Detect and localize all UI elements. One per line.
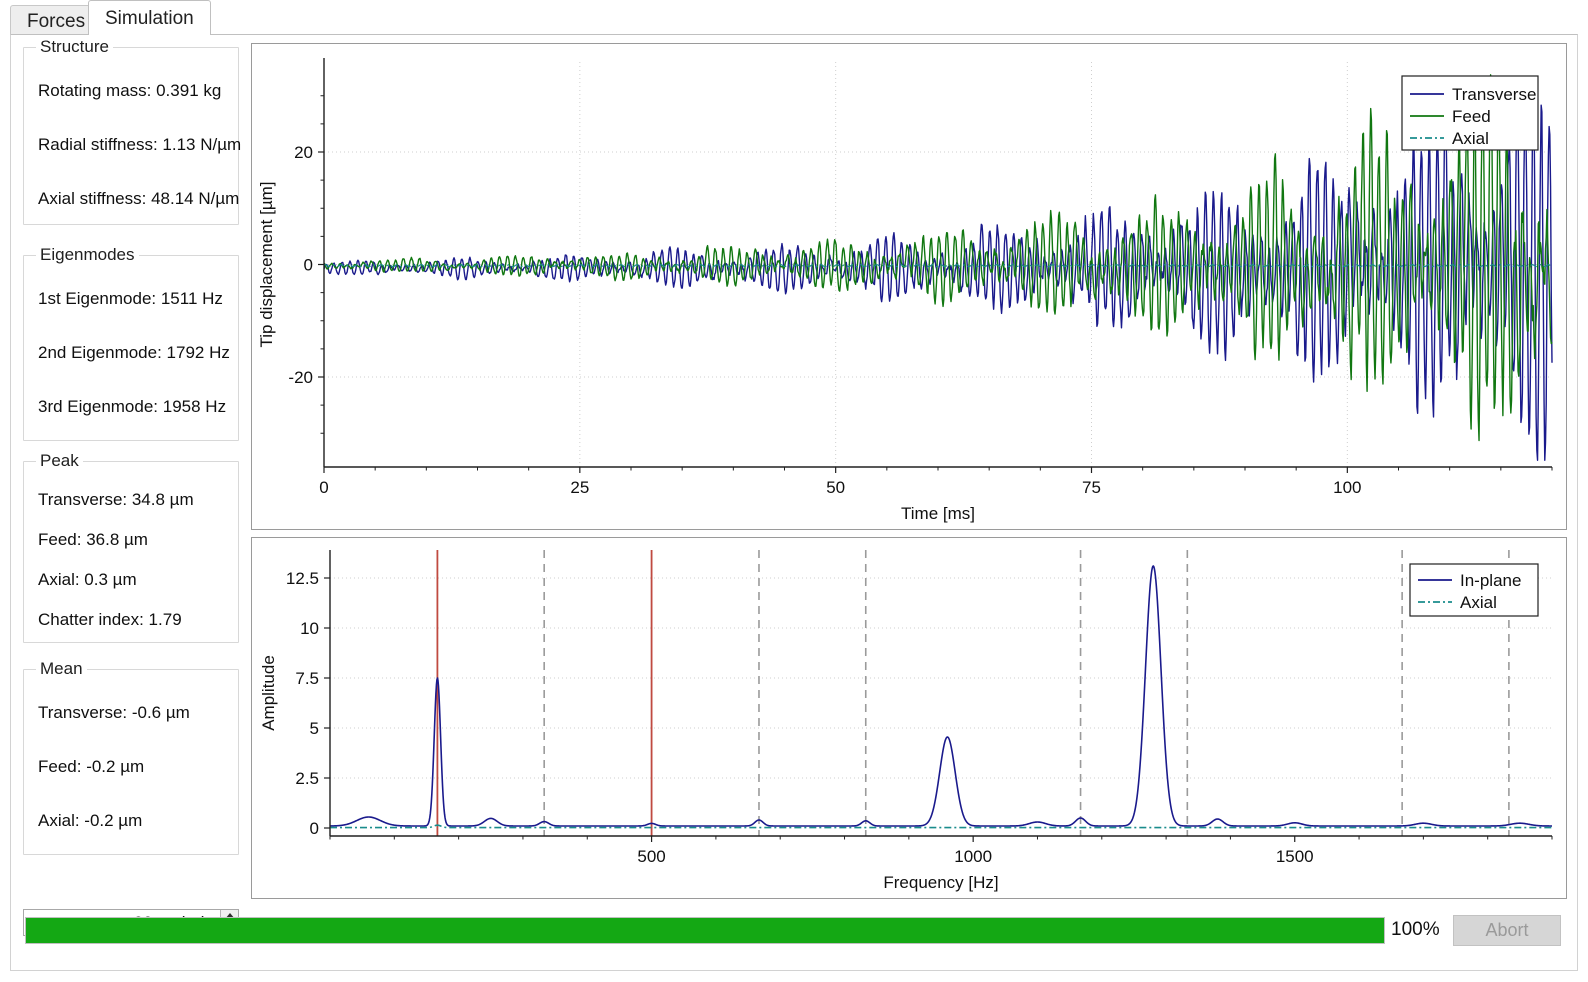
peak-axial: Axial: 0.3 µm: [38, 570, 137, 589]
svg-text:1500: 1500: [1276, 847, 1314, 866]
peak-transverse: Transverse: 34.8 µm: [38, 490, 194, 509]
svg-text:20: 20: [294, 143, 313, 162]
peak-chatter-index: Chatter index: 1.79: [38, 610, 182, 629]
svg-text:12.5: 12.5: [286, 569, 319, 588]
svg-text:7.5: 7.5: [295, 669, 319, 688]
application-window: Forces Simulation Structure Rotating mas…: [0, 0, 1588, 982]
svg-text:Transverse: Transverse: [1452, 85, 1536, 104]
structure-radial-stiffness: Radial stiffness: 1.13 N/µm: [38, 135, 242, 154]
svg-text:0: 0: [304, 256, 313, 275]
simulation-tab-content: Structure Rotating mass: 0.391 kg Radial…: [10, 34, 1578, 971]
group-eigenmodes-title: Eigenmodes: [36, 245, 139, 265]
svg-text:100: 100: [1333, 478, 1361, 497]
svg-text:2.5: 2.5: [295, 769, 319, 788]
abort-button[interactable]: Abort: [1453, 915, 1561, 946]
peak-feed: Feed: 36.8 µm: [38, 530, 148, 549]
group-eigenmodes: Eigenmodes 1st Eigenmode: 1511 Hz 2nd Ei…: [23, 245, 239, 441]
progress-fill: [26, 918, 1384, 943]
eigenmode-3: 3rd Eigenmode: 1958 Hz: [38, 397, 227, 416]
svg-text:50: 50: [826, 478, 845, 497]
status-bar: 100% Abort: [11, 907, 1577, 970]
mean-axial: Axial: -0.2 µm: [38, 811, 143, 830]
svg-text:-20: -20: [288, 368, 313, 387]
tab-bar: Forces Simulation: [0, 0, 1588, 35]
mean-feed: Feed: -0.2 µm: [38, 757, 145, 776]
svg-text:Frequency [Hz]: Frequency [Hz]: [883, 873, 998, 892]
group-structure: Structure Rotating mass: 0.391 kg Radial…: [23, 37, 242, 225]
svg-text:Axial: Axial: [1460, 593, 1497, 612]
svg-text:0: 0: [319, 478, 328, 497]
group-structure-title: Structure: [36, 37, 113, 57]
eigenmode-2: 2nd Eigenmode: 1792 Hz: [38, 343, 230, 362]
group-peak-title: Peak: [36, 451, 83, 471]
svg-text:75: 75: [1082, 478, 1101, 497]
svg-text:In-plane: In-plane: [1460, 571, 1521, 590]
svg-text:5: 5: [310, 719, 319, 738]
svg-text:1000: 1000: [954, 847, 992, 866]
amplitude-spectrum-plot[interactable]: 500 1000 1500 0 2.5 5 7.5 10 12.5 Frequency [Hz] A…: [251, 537, 1567, 899]
svg-text:Axial: Axial: [1452, 129, 1489, 148]
mean-transverse: Transverse: -0.6 µm: [38, 703, 190, 722]
simulation-progress-bar: [25, 917, 1385, 944]
progress-percent-label: 100%: [1391, 919, 1440, 940]
tip-displacement-plot[interactable]: 0 25 50 75 100 -20 0 20 Time [ms] Tip displacemen…: [251, 43, 1567, 530]
tab-simulation[interactable]: Simulation: [88, 0, 211, 35]
group-mean-title: Mean: [36, 659, 87, 679]
svg-text:Amplitude: Amplitude: [259, 655, 278, 731]
group-mean: Mean Transverse: -0.6 µm Feed: -0.2 µm A…: [23, 659, 239, 855]
svg-text:Tip displacement [µm]: Tip displacement [µm]: [257, 182, 276, 348]
structure-axial-stiffness: Axial stiffness: 48.14 N/µm: [38, 189, 240, 208]
eigenmode-1: 1st Eigenmode: 1511 Hz: [38, 289, 223, 308]
svg-text:10: 10: [300, 619, 319, 638]
svg-text:500: 500: [637, 847, 665, 866]
svg-text:Feed: Feed: [1452, 107, 1491, 126]
svg-text:Time [ms]: Time [ms]: [901, 504, 975, 523]
results-sidebar: Structure Rotating mass: 0.391 kg Radial…: [11, 35, 251, 936]
svg-text:0: 0: [310, 819, 319, 838]
group-peak: Peak Transverse: 34.8 µm Feed: 36.8 µm A…: [23, 451, 239, 643]
structure-rotating-mass: Rotating mass: 0.391 kg: [38, 81, 222, 100]
svg-text:25: 25: [570, 478, 589, 497]
